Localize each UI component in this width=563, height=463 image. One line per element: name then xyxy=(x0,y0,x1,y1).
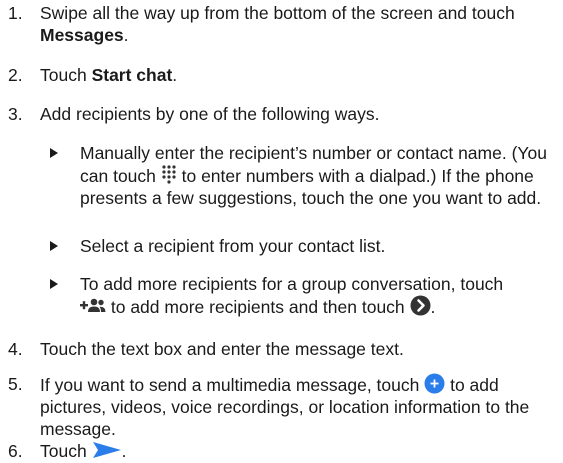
step-text: Touch xyxy=(40,65,92,85)
step-bold-text: Start chat xyxy=(91,65,173,85)
bullet-arrow-icon xyxy=(50,279,58,289)
step-text: If you want to send a multimedia message… xyxy=(40,375,425,395)
step-text: Add recipients by one of the following w… xyxy=(40,104,380,124)
step-number: 4. xyxy=(8,339,23,359)
step-text: Swipe all the way up from the bottom of … xyxy=(40,3,515,23)
send-icon xyxy=(92,442,121,458)
next-arrow-icon xyxy=(410,295,431,316)
step-text: Touch the text box and enter the message… xyxy=(40,339,404,359)
add-people-icon xyxy=(80,298,106,312)
substep-text: To add more recipients for a group conve… xyxy=(80,274,504,294)
step-text: Touch xyxy=(40,441,92,461)
dialpad-icon xyxy=(162,165,176,184)
step-bold-text: Messages xyxy=(40,25,124,45)
step-number: 3. xyxy=(8,104,23,124)
bullet-arrow-icon xyxy=(50,148,58,158)
step-number: 1. xyxy=(8,3,23,23)
substep-text: Select a recipient from your contact lis… xyxy=(80,236,386,256)
bullet-arrow-icon xyxy=(50,241,58,251)
step-number: 2. xyxy=(8,65,23,85)
step-number: 5. xyxy=(8,374,23,394)
add-attachment-icon xyxy=(424,373,445,394)
step-number: 6. xyxy=(8,441,23,461)
